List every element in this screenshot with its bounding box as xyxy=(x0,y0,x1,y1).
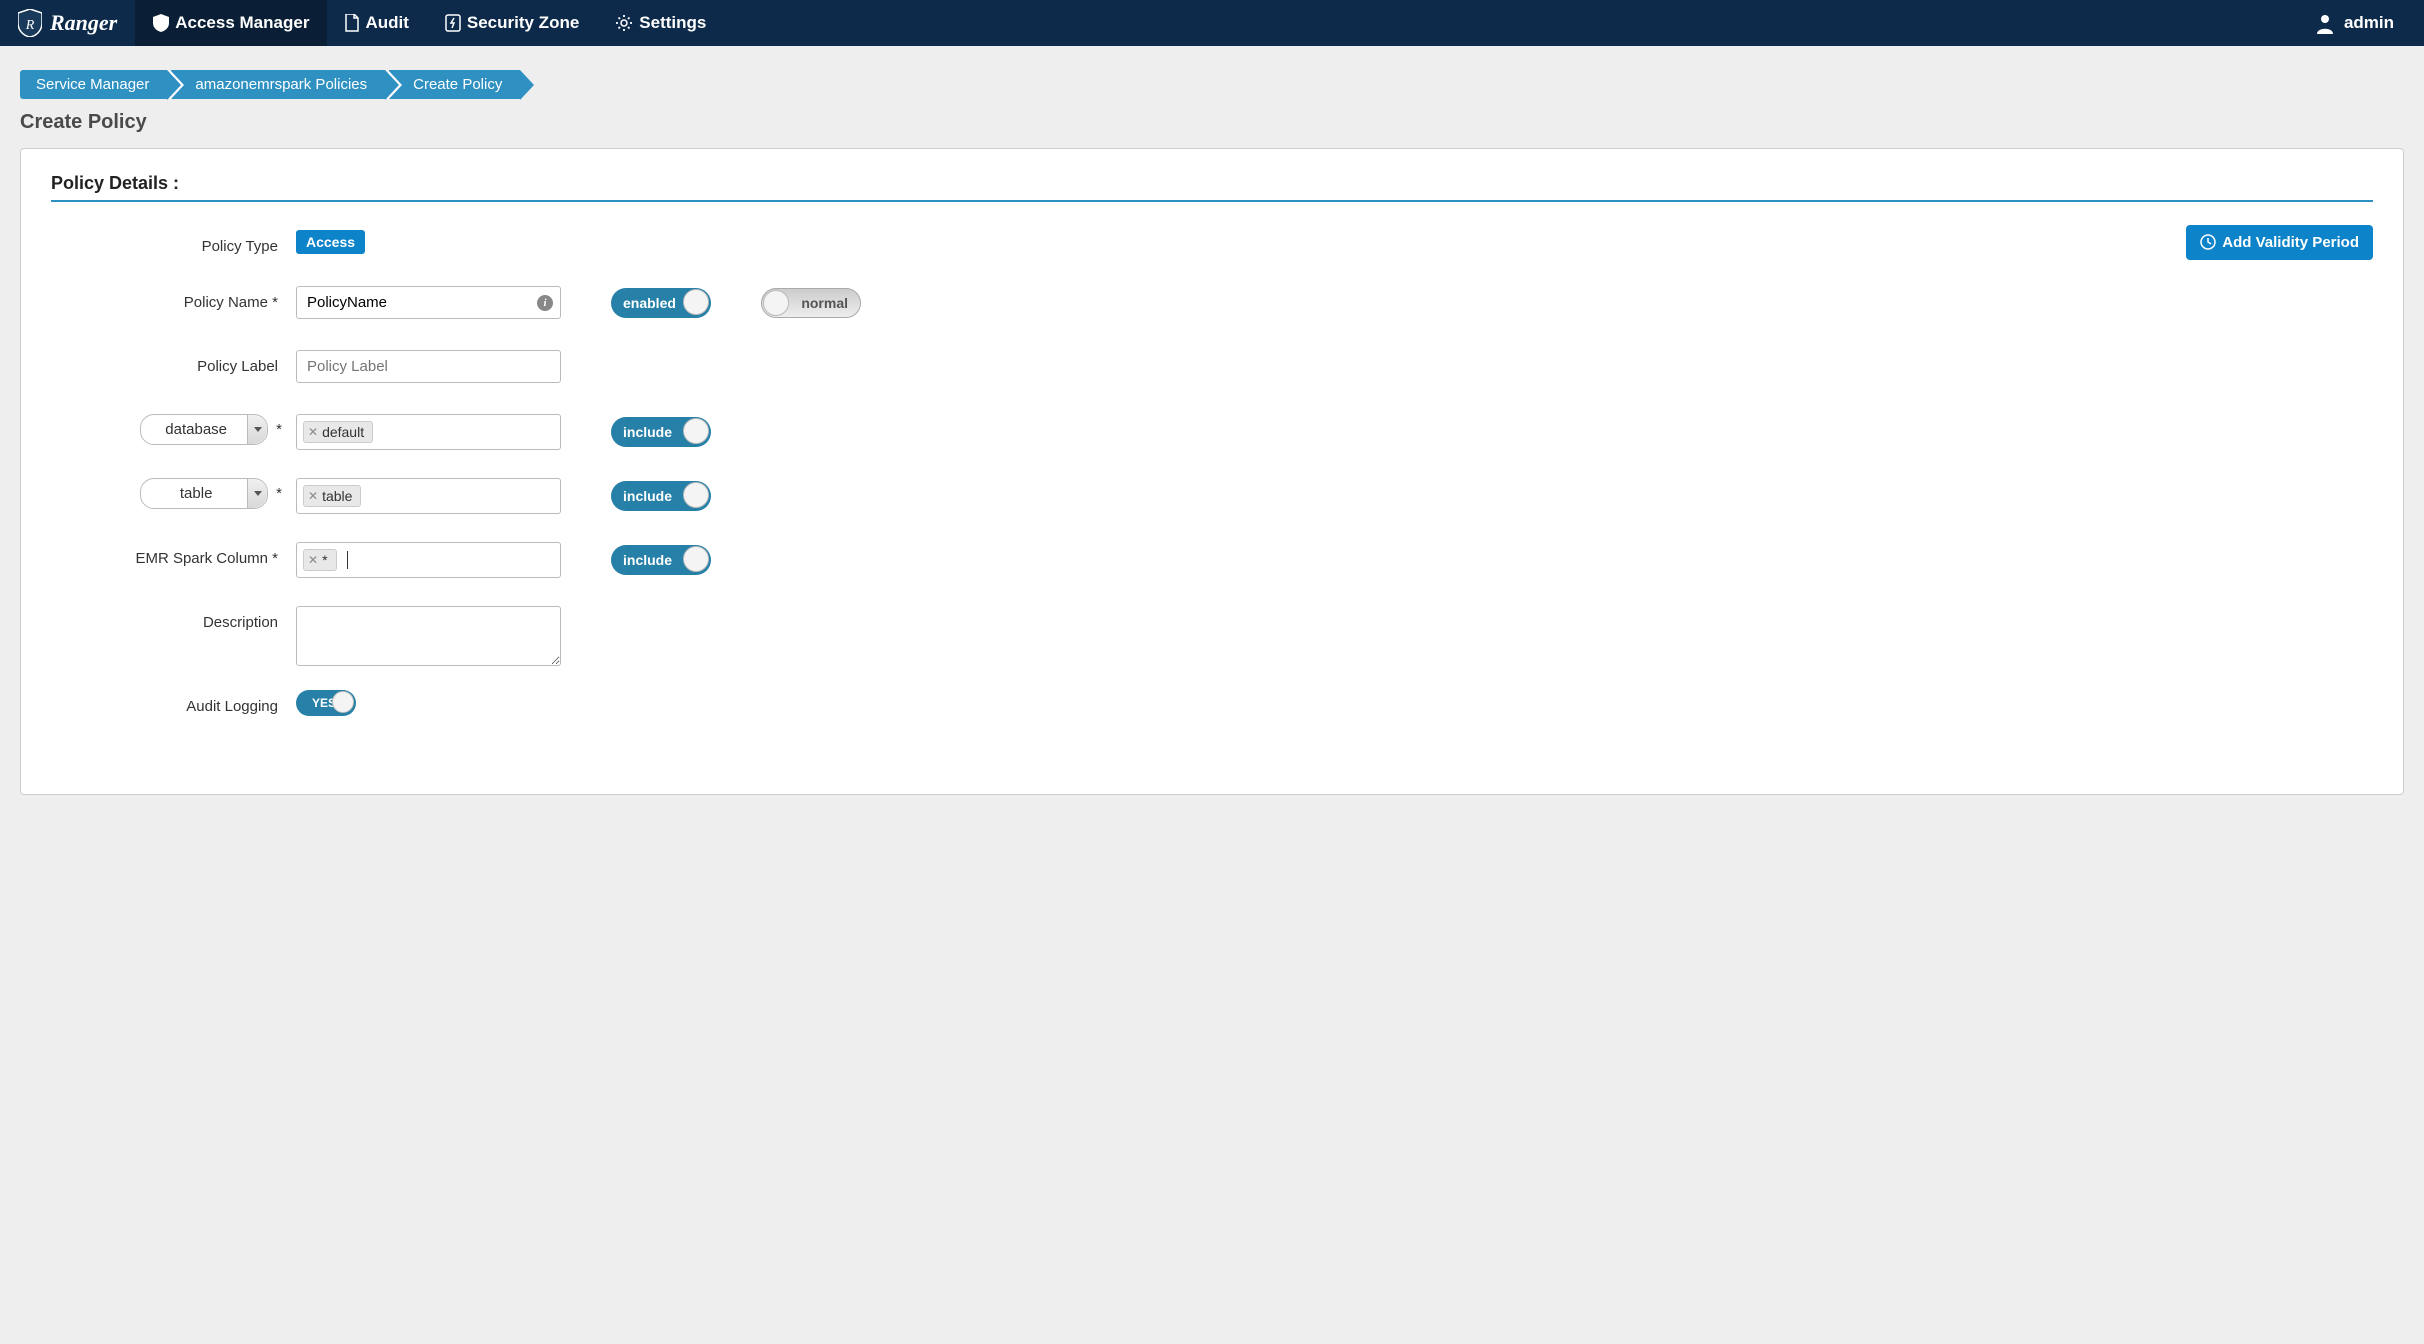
svg-text:R: R xyxy=(25,18,35,33)
breadcrumb-service-manager[interactable]: Service Manager xyxy=(20,70,167,99)
remove-tag-icon[interactable]: ✕ xyxy=(308,553,318,567)
label-audit-logging: Audit Logging xyxy=(51,690,296,715)
breadcrumb-policies[interactable]: amazonemrspark Policies xyxy=(171,70,385,99)
tag-database-default: ✕ default xyxy=(303,421,373,443)
database-dropdown[interactable]: database xyxy=(140,414,268,445)
breadcrumb-create[interactable]: Create Policy xyxy=(389,70,520,99)
toggle-include-database[interactable]: include xyxy=(611,417,711,447)
toggle-include-table[interactable]: include xyxy=(611,481,711,511)
required-star: * xyxy=(276,485,282,502)
toggle-enabled[interactable]: enabled xyxy=(611,288,711,318)
add-validity-button[interactable]: Add Validity Period xyxy=(2186,225,2373,260)
shield-logo-icon: R xyxy=(18,9,42,37)
tag-table: ✕ table xyxy=(303,485,361,507)
nav-settings[interactable]: Settings xyxy=(597,0,724,46)
toggle-audit-logging[interactable]: YES xyxy=(296,690,356,716)
bolt-icon xyxy=(445,14,461,32)
column-tag-input[interactable]: ✕ * xyxy=(296,542,561,578)
top-nav: R Ranger Access Manager Audit Security Z… xyxy=(0,0,2424,46)
database-tag-input[interactable]: ✕ default xyxy=(296,414,561,450)
info-icon[interactable]: i xyxy=(537,295,553,311)
table-tag-input[interactable]: ✕ table xyxy=(296,478,561,514)
chevron-down-icon xyxy=(247,479,267,508)
label-policy-name: Policy Name * xyxy=(51,286,296,311)
table-dropdown[interactable]: table xyxy=(140,478,268,509)
page-title: Create Policy xyxy=(20,111,2404,134)
label-policy-type: Policy Type xyxy=(51,230,296,255)
nav-access-manager[interactable]: Access Manager xyxy=(135,0,327,46)
shield-icon xyxy=(153,14,169,32)
user-icon xyxy=(2314,12,2336,34)
label-description: Description xyxy=(51,606,296,631)
label-policy-label: Policy Label xyxy=(51,350,296,375)
clock-icon xyxy=(2200,234,2216,250)
policy-name-input[interactable] xyxy=(296,286,561,319)
nav-security-zone[interactable]: Security Zone xyxy=(427,0,597,46)
policy-type-badge: Access xyxy=(296,230,365,254)
label-spark-column: EMR Spark Column * xyxy=(51,542,296,567)
tag-column-star: ✕ * xyxy=(303,549,337,571)
policy-panel: Policy Details : Policy Type Access Add … xyxy=(20,148,2404,795)
chevron-down-icon xyxy=(247,415,267,444)
remove-tag-icon[interactable]: ✕ xyxy=(308,425,318,439)
toggle-normal[interactable]: normal xyxy=(761,288,861,318)
required-star: * xyxy=(276,421,282,438)
description-textarea[interactable] xyxy=(296,606,561,666)
input-cursor xyxy=(347,551,348,569)
gear-icon xyxy=(615,14,633,32)
nav-audit[interactable]: Audit xyxy=(327,0,426,46)
toggle-include-column[interactable]: include xyxy=(611,545,711,575)
section-title: Policy Details : xyxy=(51,173,2373,202)
brand-name: Ranger xyxy=(50,10,117,36)
brand-logo[interactable]: R Ranger xyxy=(0,0,135,46)
policy-label-input[interactable] xyxy=(296,350,561,383)
document-icon xyxy=(345,14,359,32)
breadcrumb: Service Manager amazonemrspark Policies … xyxy=(20,70,2404,99)
remove-tag-icon[interactable]: ✕ xyxy=(308,489,318,503)
nav-user[interactable]: admin xyxy=(2314,12,2424,34)
